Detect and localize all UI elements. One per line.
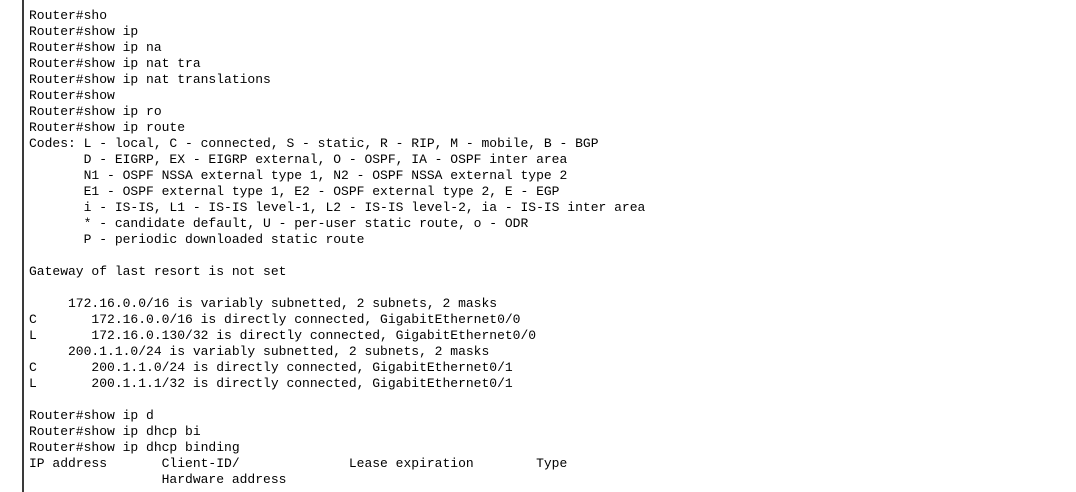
terminal-line: * - candidate default, U - per-user stat… — [29, 216, 529, 231]
terminal-line: Gateway of last resort is not set — [29, 264, 287, 279]
terminal-line: L 172.16.0.130/32 is directly connected,… — [29, 328, 537, 343]
terminal-line: Router#show ip — [29, 24, 139, 39]
terminal-line: C 200.1.1.0/24 is directly connected, Gi… — [29, 360, 513, 375]
terminal-line: Router#show ip d — [29, 408, 154, 423]
terminal-line: P - periodic downloaded static route — [29, 232, 365, 247]
terminal-line: i - IS-IS, L1 - IS-IS level-1, L2 - IS-I… — [29, 200, 646, 215]
terminal-line: Router#show — [29, 88, 115, 103]
terminal-line: Router#show ip nat tra — [29, 56, 201, 71]
terminal-line: N1 - OSPF NSSA external type 1, N2 - OSP… — [29, 168, 568, 183]
terminal-line: L 200.1.1.1/32 is directly connected, Gi… — [29, 376, 513, 391]
terminal-line: Router#show ip ro — [29, 104, 162, 119]
terminal-line: Router#show ip route — [29, 120, 186, 135]
terminal-line: E1 - OSPF external type 1, E2 - OSPF ext… — [29, 184, 560, 199]
terminal-left-border — [22, 0, 24, 492]
terminal-line: Router#sho — [29, 8, 108, 23]
terminal-line: Router#show ip na — [29, 40, 162, 55]
terminal-line: D - EIGRP, EX - EIGRP external, O - OSPF… — [29, 152, 568, 167]
terminal-line: Router#show ip nat translations — [29, 72, 271, 87]
terminal-line: IP address Client-ID/ Lease expiration T… — [29, 456, 568, 471]
terminal-line: Router#show ip dhcp binding — [29, 440, 240, 455]
terminal-output[interactable]: Router#sho Router#show ip Router#show ip… — [29, 8, 1069, 492]
terminal-line: Codes: L - local, C - connected, S - sta… — [29, 136, 599, 151]
terminal-line: Router#show ip dhcp bi — [29, 424, 201, 439]
terminal-line: C 172.16.0.0/16 is directly connected, G… — [29, 312, 521, 327]
terminal-line: 200.1.1.0/24 is variably subnetted, 2 su… — [29, 344, 490, 359]
terminal-line: Hardware address — [29, 472, 287, 487]
terminal-line: 172.16.0.0/16 is variably subnetted, 2 s… — [29, 296, 498, 311]
